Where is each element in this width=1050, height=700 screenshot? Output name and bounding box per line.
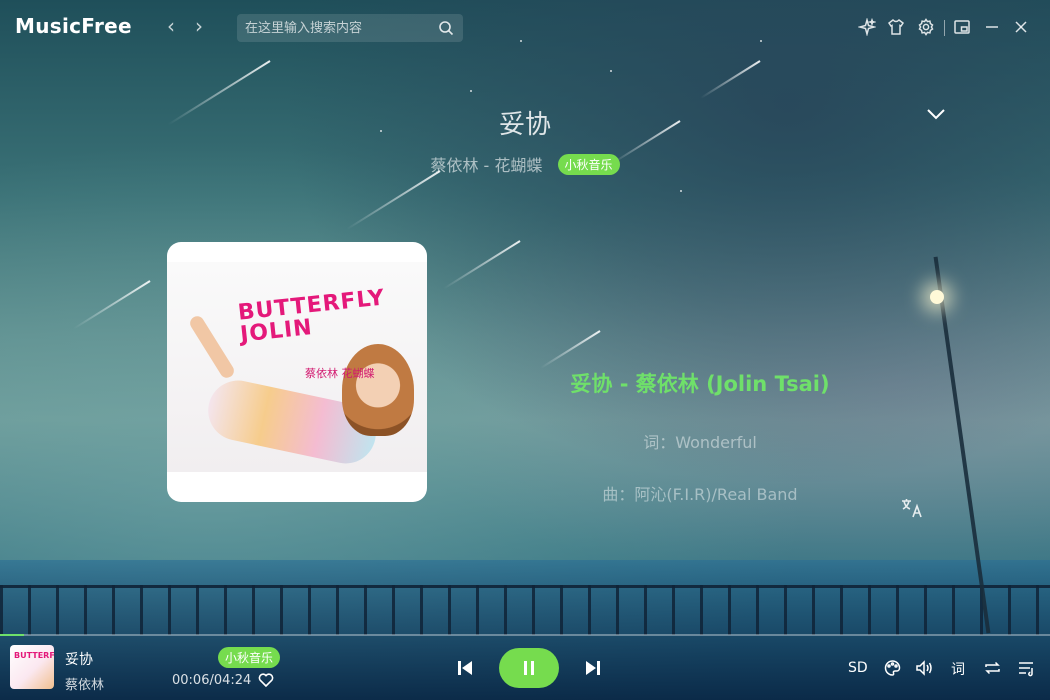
sparkle-icon[interactable] bbox=[857, 17, 877, 37]
heart-icon bbox=[258, 673, 274, 688]
star bbox=[680, 190, 682, 192]
lyric-line: 词：Wonderful bbox=[643, 433, 757, 452]
lyric-current-line: 妥协 - 蔡依林 (Jolin Tsai) bbox=[570, 372, 830, 396]
mini-window-icon[interactable] bbox=[953, 18, 971, 36]
meteor-streak bbox=[700, 60, 761, 99]
app-logo: MusicFree bbox=[15, 14, 132, 38]
search-icon[interactable] bbox=[438, 20, 454, 36]
shirt-icon[interactable] bbox=[887, 18, 905, 36]
song-meta: 蔡依林 - 花蝴蝶 小秋音乐 bbox=[0, 152, 1050, 176]
sound-effect-button[interactable] bbox=[883, 659, 902, 677]
gear-icon[interactable] bbox=[917, 18, 935, 36]
star bbox=[610, 70, 612, 72]
mini-source-tag-wrap: 小秋音乐 bbox=[218, 647, 281, 668]
song-title: 妥协 bbox=[498, 110, 551, 140]
album-cover: BUTTERFLY JOLIN 蔡依林 花蝴蝶 bbox=[167, 242, 427, 502]
skip-next-icon bbox=[586, 661, 600, 675]
translate-button[interactable] bbox=[900, 496, 924, 520]
album-subtitle: 蔡依林 花蝴蝶 bbox=[305, 367, 375, 380]
playlist-button[interactable] bbox=[1017, 659, 1036, 677]
volume-button[interactable] bbox=[915, 659, 934, 677]
pause-icon bbox=[524, 661, 534, 675]
railing bbox=[0, 585, 1050, 635]
close-icon[interactable] bbox=[1012, 18, 1030, 36]
mini-artist: 蔡依林 bbox=[65, 678, 105, 693]
mini-song-title: 妥协 bbox=[65, 652, 93, 668]
search-box bbox=[237, 14, 463, 42]
lamp-light bbox=[930, 290, 944, 304]
search-input[interactable] bbox=[245, 18, 435, 38]
pause-button[interactable] bbox=[499, 648, 559, 688]
playlist-icon bbox=[1019, 662, 1033, 677]
title-divider bbox=[944, 20, 945, 36]
mini-album-cover[interactable]: BUTTERFLY bbox=[10, 645, 54, 689]
lyric-line: 曲：阿沁(F.I.R)/Real Band bbox=[602, 485, 798, 504]
time-display: 00:06/04:24 bbox=[172, 673, 252, 688]
mini-source-tag: 小秋音乐 bbox=[218, 647, 281, 668]
next-button[interactable] bbox=[584, 659, 602, 681]
meteor-streak bbox=[443, 240, 521, 290]
album-image: BUTTERFLY JOLIN 蔡依林 花蝴蝶 bbox=[167, 262, 427, 472]
album-logo: BUTTERFLY JOLIN bbox=[236, 285, 387, 348]
star bbox=[470, 90, 472, 92]
forward-button[interactable]: › bbox=[195, 14, 203, 38]
chevron-down-icon bbox=[927, 109, 945, 120]
album-figure bbox=[342, 344, 414, 436]
minimize-icon[interactable] bbox=[983, 18, 1001, 36]
collapse-button[interactable] bbox=[924, 104, 948, 124]
repeat-icon bbox=[985, 661, 1000, 675]
favorite-button[interactable] bbox=[258, 672, 274, 688]
volume-icon bbox=[916, 660, 932, 676]
meteor-streak bbox=[540, 330, 601, 369]
lyric-button[interactable]: 词 bbox=[951, 659, 965, 678]
meteor-streak bbox=[73, 280, 151, 330]
mini-album-logo: BUTTERFLY bbox=[14, 651, 54, 660]
artist-album-label[interactable]: 蔡依林 - 花蝴蝶 bbox=[430, 152, 542, 176]
palette-icon bbox=[884, 660, 901, 676]
title-bar: MusicFree ‹ › bbox=[0, 0, 1050, 54]
album-figure bbox=[187, 313, 237, 381]
previous-button[interactable] bbox=[456, 659, 474, 681]
repeat-mode-button[interactable] bbox=[983, 659, 1002, 677]
meteor-streak bbox=[346, 170, 441, 231]
quality-button[interactable]: SD bbox=[848, 660, 868, 678]
progress-bar[interactable] bbox=[0, 634, 1050, 636]
source-tag: 小秋音乐 bbox=[557, 153, 620, 175]
translate-icon bbox=[902, 499, 922, 518]
skip-previous-icon bbox=[458, 661, 472, 675]
progress-fill bbox=[0, 634, 25, 636]
back-button[interactable]: ‹ bbox=[167, 14, 175, 38]
